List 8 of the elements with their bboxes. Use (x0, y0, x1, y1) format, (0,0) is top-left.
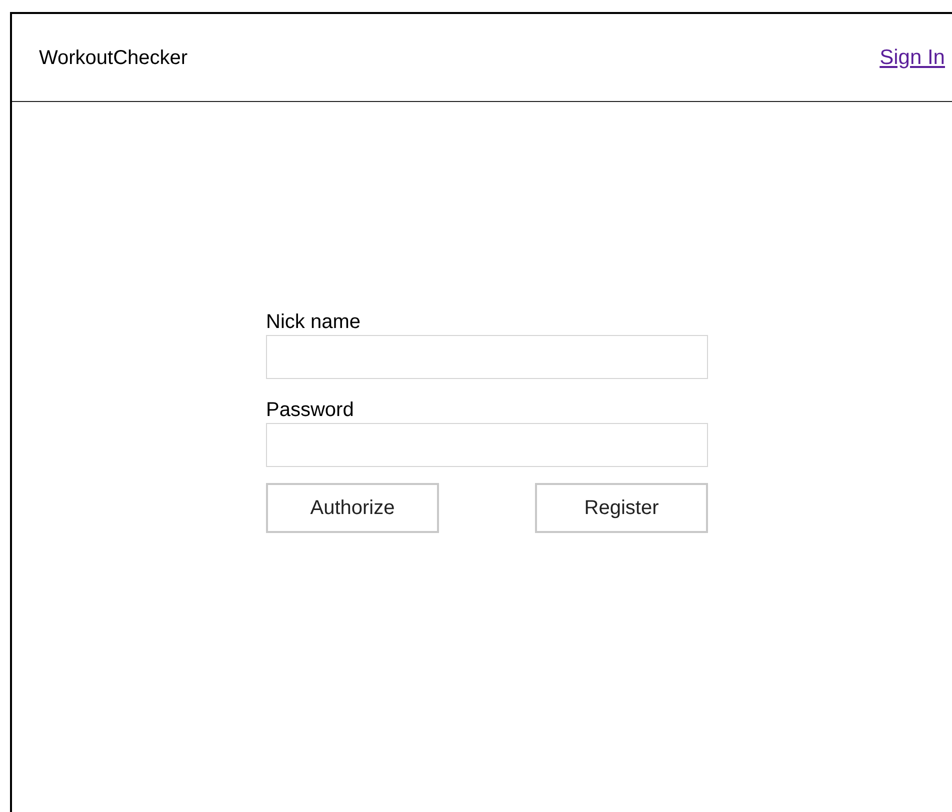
authorize-button[interactable]: Authorize (266, 483, 439, 533)
register-button[interactable]: Register (535, 483, 708, 533)
field-label: Nick name (266, 310, 362, 334)
password-field[interactable] (266, 423, 708, 467)
app-title: WorkoutChecker (39, 46, 188, 70)
sign-in-link[interactable]: Sign In (880, 42, 945, 74)
field-label: Password (266, 398, 355, 422)
nickname-field[interactable] (266, 335, 708, 379)
